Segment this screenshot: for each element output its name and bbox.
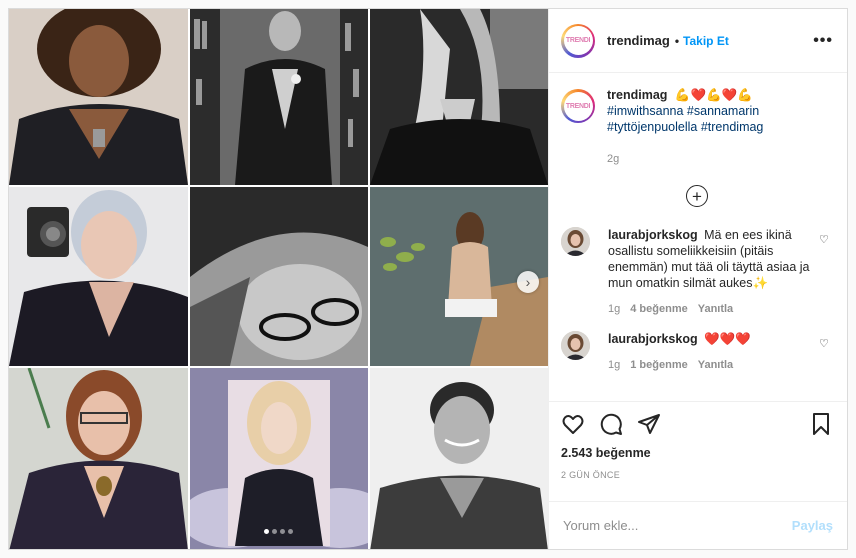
photo-woman-with-glasses-necklace: [9, 368, 188, 549]
photo-blonde-woman-clouds: [190, 368, 368, 549]
comment-input[interactable]: Yorum ekle...: [563, 518, 638, 533]
post-header: TRENDI trendimag • Takip Et •••: [549, 9, 847, 73]
comment-username[interactable]: laurabjorkskog: [608, 228, 698, 242]
comment-body: laurabjorkskog Mä en ees ikinä osallistu…: [608, 227, 813, 317]
comment-likes[interactable]: 1 beğenme: [630, 357, 687, 373]
avatar-logo-text: TRENDI: [563, 91, 593, 121]
post-side-panel: TRENDI trendimag • Takip Et ••• TRENDI tr…: [548, 9, 847, 549]
post-actions: 2.543 beğenme 2 GÜN ÖNCE: [549, 401, 847, 501]
follow-button[interactable]: • Takip Et: [675, 34, 729, 48]
post-comment-button[interactable]: Paylaş: [792, 518, 833, 533]
carousel-dot: [288, 529, 293, 534]
comment-meta: 1g 4 beğenme Yanıtla: [608, 301, 813, 317]
add-comment-bar: Yorum ekle... Paylaş: [549, 501, 847, 549]
comment-body: laurabjorkskog ❤️❤️❤️ 1g 1 beğenme Yanıt…: [608, 331, 813, 373]
carousel-dot: [272, 529, 277, 534]
follow-label: Takip Et: [683, 33, 729, 48]
caption-avatar[interactable]: TRENDI: [561, 89, 595, 123]
bookmark-icon[interactable]: [809, 412, 833, 436]
comment-time[interactable]: 1g: [608, 357, 620, 373]
carousel-next-button[interactable]: ›: [517, 271, 539, 293]
photo-woman-lying-glasses: [190, 187, 368, 366]
comment-text: ❤️❤️❤️: [704, 332, 751, 346]
separator-dot: •: [674, 33, 680, 48]
comment-meta: 1g 1 beğenme Yanıtla: [608, 357, 813, 373]
comment-item: laurabjorkskog ❤️❤️❤️ 1g 1 beğenme Yanıt…: [561, 331, 833, 373]
more-options-icon[interactable]: •••: [813, 32, 833, 50]
posted-ago[interactable]: 2 GÜN ÖNCE: [561, 470, 833, 480]
comment-item: laurabjorkskog Mä en ees ikinä osallistu…: [561, 227, 833, 317]
share-paper-plane-icon[interactable]: [637, 412, 661, 436]
avatar-logo-text: TRENDI: [563, 26, 593, 55]
reply-button[interactable]: Yanıtla: [698, 357, 733, 373]
commenter-avatar[interactable]: [561, 331, 590, 360]
photo-bookshelf-woman: [190, 9, 368, 185]
comment-time[interactable]: 1g: [608, 301, 620, 317]
hashtag-link[interactable]: #tyttöjenpuolella: [607, 120, 697, 134]
comment-like-heart-icon[interactable]: ♡: [819, 233, 833, 317]
commenter-avatar[interactable]: [561, 227, 590, 256]
photo-woman-curly-hair: [9, 9, 188, 185]
comment-bubble-icon[interactable]: [599, 412, 623, 436]
account-avatar[interactable]: TRENDI: [561, 23, 595, 58]
like-heart-icon[interactable]: [561, 412, 585, 436]
load-more-comments[interactable]: +: [561, 185, 833, 207]
comments-area: TRENDI trendimag 💪❤️💪❤️💪 #imwithsanna #s…: [549, 73, 847, 401]
hashtag-link[interactable]: #imwithsanna: [607, 104, 683, 118]
likes-count[interactable]: 2.543 beğenme: [561, 446, 833, 460]
account-username[interactable]: trendimag: [607, 33, 670, 48]
photo-collage: [9, 9, 548, 549]
comment-like-heart-icon[interactable]: ♡: [819, 337, 833, 373]
instagram-post: › TRENDI trendimag •Takip Et ••• TRENDI: [8, 8, 848, 550]
action-icons: [561, 412, 833, 436]
caption-emojis: 💪❤️💪❤️💪: [674, 88, 753, 102]
caption-time[interactable]: 2g: [607, 151, 763, 167]
carousel-indicator: [264, 529, 293, 534]
reply-button[interactable]: Yanıtla: [698, 301, 733, 317]
hashtag-link[interactable]: #sannamarin: [687, 104, 759, 118]
caption-username[interactable]: trendimag: [607, 88, 667, 102]
post-caption: TRENDI trendimag 💪❤️💪❤️💪 #imwithsanna #s…: [561, 87, 833, 167]
photo-smiling-woman-short-hair: [370, 368, 548, 549]
photo-woman-with-camera: [9, 187, 188, 366]
post-media[interactable]: ›: [9, 9, 548, 549]
plus-circle-icon[interactable]: +: [686, 185, 708, 207]
photo-woman-long-hair-bw: [370, 9, 548, 185]
caption-hashtags: #imwithsanna #sannamarin #tyttöjenpuolel…: [607, 103, 763, 135]
comment-likes[interactable]: 4 beğenme: [630, 301, 687, 317]
caption-body: trendimag 💪❤️💪❤️💪 #imwithsanna #sannamar…: [607, 87, 763, 167]
carousel-dot: [280, 529, 285, 534]
carousel-dot-active: [264, 529, 269, 534]
comment-username[interactable]: laurabjorkskog: [608, 332, 698, 346]
hashtag-link[interactable]: #trendimag: [701, 120, 764, 134]
